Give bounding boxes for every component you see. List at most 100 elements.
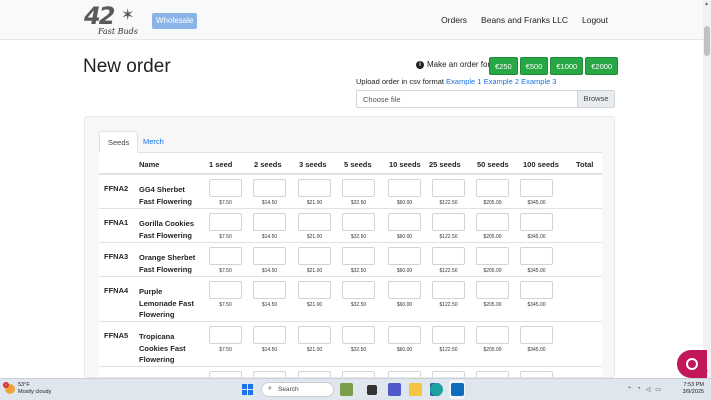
quantity-input[interactable] [298,213,331,231]
order-for-text: Make an order for [427,60,491,69]
amount-buttons: €250 €500 €1000 €2000 [489,57,619,75]
quantity-input[interactable] [209,179,242,197]
quantity-input[interactable] [342,213,375,231]
quantity-input[interactable] [209,371,242,377]
table-row: FFNA1 Gorilla Cookies Fast Flowering $7.50… [99,209,602,243]
quantity-input[interactable] [520,247,553,265]
quantity-input[interactable] [342,326,375,344]
quantity-input[interactable] [342,281,375,299]
outlook-icon[interactable] [451,383,464,396]
battery-icon[interactable]: ▭ [655,386,661,393]
product-tabs: Seeds Merch [99,131,602,153]
quantity-input[interactable] [388,326,421,344]
unit-price: $21.00 [306,268,323,274]
nav-account-link[interactable]: Beans and Franks LLC [481,15,568,25]
quantity-input[interactable] [432,326,465,344]
brand-logo[interactable]: 42 ✶ Fast Buds [84,2,156,40]
windows-start-icon[interactable] [242,384,253,395]
file-upload-field[interactable]: Choose file Browse [356,90,615,108]
product-code: FFNA4 [104,286,129,295]
notification-badge: 1 [3,382,9,388]
quantity-input[interactable] [342,247,375,265]
chevron-up-icon[interactable]: ⌃ [627,386,632,393]
amount-500-button[interactable]: €500 [519,57,549,75]
chat-button[interactable] [677,350,707,378]
unit-price: $205.00 [483,347,502,353]
nav-logout-link[interactable]: Logout [582,15,608,25]
quantity-input[interactable] [298,281,331,299]
example-2-link[interactable]: Example 2 [484,77,519,86]
scroll-up-icon[interactable]: ▲ [704,1,709,7]
task-view-icon[interactable] [367,385,377,395]
file-explorer-icon[interactable] [409,383,422,396]
quantity-input[interactable] [432,247,465,265]
unit-price: $21.00 [306,200,323,206]
quantity-input[interactable] [476,371,509,377]
edge-icon[interactable] [430,383,443,396]
unit-price: $60.00 [396,347,413,353]
amount-2000-button[interactable]: €2000 [585,57,619,75]
tab-seeds[interactable]: Seeds [99,131,139,153]
quantity-input[interactable] [388,213,421,231]
quantity-input[interactable] [209,326,242,344]
quantity-input[interactable] [476,281,509,299]
taskbar-clock[interactable]: 7:53 PM 3/9/2025 [672,382,704,396]
quantity-input[interactable] [432,281,465,299]
quantity-input[interactable] [342,371,375,377]
widgets-icon[interactable] [340,383,353,396]
quantity-input[interactable] [388,371,421,377]
quantity-input[interactable] [298,326,331,344]
unit-price: $122.50 [439,347,458,353]
quantity-input[interactable] [476,247,509,265]
quantity-input[interactable] [388,281,421,299]
system-tray[interactable]: ⌃ ◔ ◁ ▭ [627,386,661,393]
quantity-input[interactable] [432,213,465,231]
quantity-input[interactable] [209,247,242,265]
quantity-input[interactable] [388,247,421,265]
wifi-icon[interactable]: ◔ [637,386,641,393]
quantity-input[interactable] [342,179,375,197]
quantity-input[interactable] [388,179,421,197]
amount-1000-button[interactable]: €1000 [550,57,584,75]
quantity-input[interactable] [298,179,331,197]
quantity-input[interactable] [253,281,286,299]
quantity-input[interactable] [476,326,509,344]
nav-orders-link[interactable]: Orders [441,15,467,25]
quantity-input[interactable] [253,179,286,197]
weather-desc: Mostly cloudy [18,389,52,395]
tab-merch[interactable]: Merch [135,131,172,153]
page-scrollbar[interactable]: ▲ ▼ [703,0,711,378]
weather-widget[interactable]: 1 53°F Mostly cloudy [3,382,52,396]
unit-price: $21.00 [306,302,323,308]
taskbar-search[interactable]: ⌕ Search [261,382,334,397]
quantity-input[interactable] [298,247,331,265]
teams-icon[interactable] [388,383,401,396]
amount-250-button[interactable]: €250 [489,57,518,75]
quantity-input[interactable] [520,179,553,197]
product-name: Orange Sherbet Fast Flowering [139,253,196,274]
quantity-input[interactable] [520,281,553,299]
quantity-input[interactable] [253,326,286,344]
volume-icon[interactable]: ◁ [646,386,651,393]
quantity-input[interactable] [253,213,286,231]
quantity-input[interactable] [253,371,286,377]
logo-number: 42 [84,2,115,30]
table-header: Name 1 seed 2 seeds 3 seeds 5 seeds 10 seeds 2… [99,153,602,175]
scroll-thumb[interactable] [704,26,710,56]
logo-subtitle: Fast Buds [98,27,138,36]
quantity-input[interactable] [432,179,465,197]
quantity-input[interactable] [253,247,286,265]
quantity-input[interactable] [476,179,509,197]
quantity-input[interactable] [432,371,465,377]
quantity-input[interactable] [520,213,553,231]
quantity-input[interactable] [298,371,331,377]
example-1-link[interactable]: Example 1 [446,77,481,86]
quantity-input[interactable] [209,281,242,299]
quantity-input[interactable] [520,326,553,344]
quantity-input[interactable] [520,371,553,377]
search-label: Search [278,386,299,393]
quantity-input[interactable] [476,213,509,231]
quantity-input[interactable] [209,213,242,231]
browse-button[interactable]: Browse [577,91,614,107]
example-3-link[interactable]: Example 3 [521,77,556,86]
